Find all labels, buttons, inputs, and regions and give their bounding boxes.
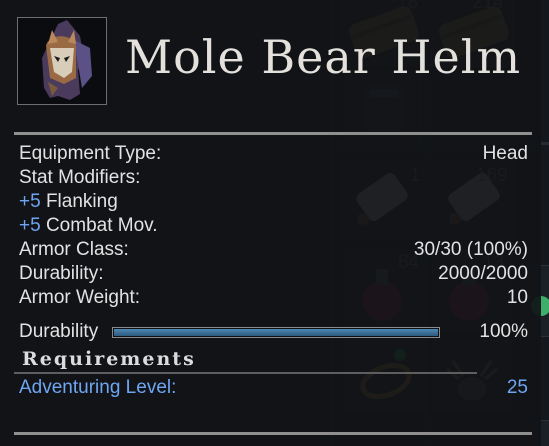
stat-row-durability: Durability: 2000/2000: [19, 263, 528, 287]
item-icon-frame: [17, 17, 107, 105]
stat-value: 30/30 (100%): [413, 239, 528, 260]
requirements-heading: Requirements: [22, 348, 196, 370]
durability-bar-label: Durability: [19, 321, 99, 342]
item-name: Mole Bear Helm: [125, 30, 522, 84]
modifier-value: +5: [19, 215, 41, 236]
stat-value: Head: [482, 143, 528, 164]
stats-list: Equipment Type: Head Stat Modifiers: +5 …: [19, 143, 528, 311]
stat-row-armor-class: Armor Class: 30/30 (100%): [19, 239, 528, 263]
requirement-value: 25: [506, 377, 528, 398]
modifier-name: Combat Mov.: [45, 215, 158, 236]
stat-label: Equipment Type:: [19, 143, 162, 164]
modifier-value: +5: [19, 191, 41, 212]
modifier-name: Flanking: [45, 191, 118, 212]
item-tooltip: Mole Bear Helm Equipment Type: Head Stat…: [0, 0, 541, 446]
stat-value: 10: [506, 287, 528, 308]
requirement-row-adventuring-level: Adventuring Level: 25: [19, 377, 528, 399]
stat-label: Durability:: [19, 263, 104, 284]
header-divider: [14, 132, 532, 135]
durability-bar-row: Durability 100%: [19, 320, 528, 344]
requirements-divider: [14, 372, 477, 374]
requirement-label: Adventuring Level:: [19, 377, 177, 398]
stat-row-equipment-type: Equipment Type: Head: [19, 143, 528, 167]
stat-row-armor-weight: Armor Weight: 10: [19, 287, 528, 311]
durability-bar: [112, 326, 441, 338]
stat-label: Armor Class:: [19, 239, 129, 260]
modifier-row-combat-mov: +5 Combat Mov.: [19, 215, 528, 239]
stat-label: Armor Weight:: [19, 287, 141, 308]
modifier-row-flanking: +5 Flanking: [19, 191, 528, 215]
durability-percent: 100%: [479, 321, 528, 342]
mole-bear-helm-icon: [42, 20, 92, 100]
stat-label: Stat Modifiers:: [19, 167, 141, 188]
durability-bar-fill: [114, 328, 439, 336]
stat-row-stat-modifiers: Stat Modifiers:: [19, 167, 528, 191]
stat-value: 2000/2000: [438, 263, 528, 284]
footer-divider: [14, 432, 532, 435]
